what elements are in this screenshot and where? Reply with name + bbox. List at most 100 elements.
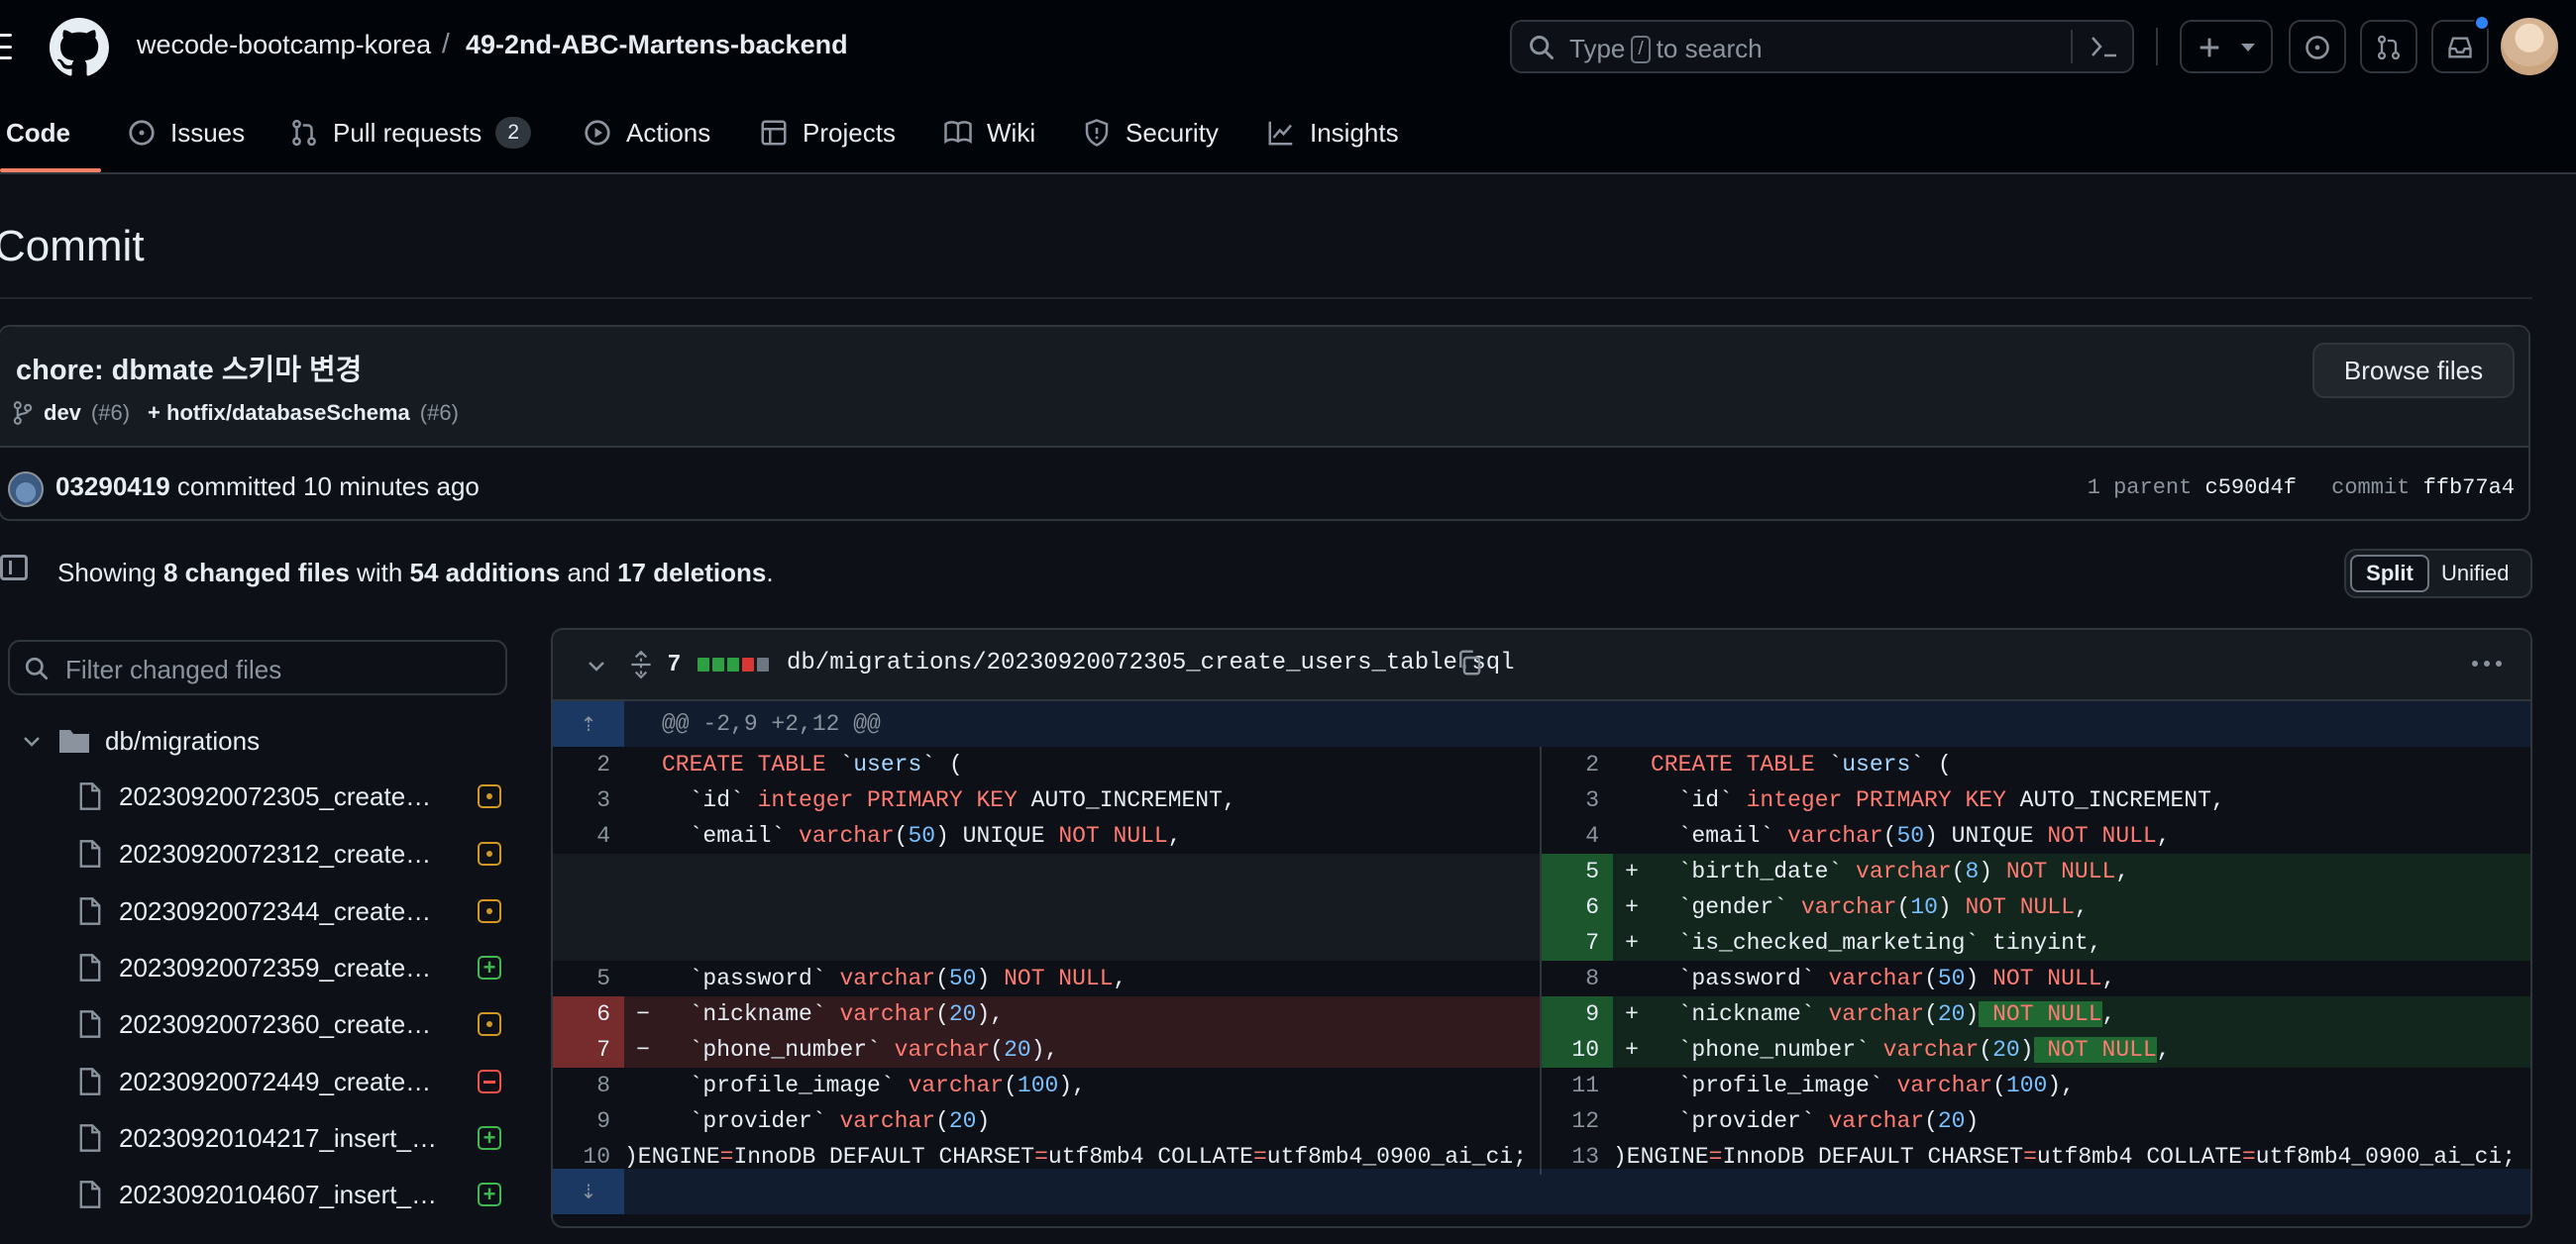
search-shortcut-key: / [1631,35,1651,63]
parent-info: 1 parent c590d4f commit ffb77a4 [2088,475,2515,500]
diff-right-added-line: 7 + `is_checked_marketing` tinyint, [1542,925,2530,961]
tab-code[interactable]: › Code [0,111,70,155]
diff-row: 8 `profile_image` varchar(100), 11 `prof… [553,1068,2530,1103]
command-palette-button[interactable] [2071,30,2130,63]
notification-dot [2474,15,2490,31]
stats-with: with [357,558,403,587]
tree-file-name: 20230920104607_insert_products.sql [119,1179,440,1209]
branch-icon [13,401,33,425]
diff-left-line: 3 `id` integer PRIMARY KEY AUTO_INCREMEN… [553,782,1542,818]
author-name[interactable]: 03290419 [55,471,170,501]
expand-up-icon[interactable]: ⇡ [553,701,624,747]
tree-file-name: 20230920072449_create_order_items_table.… [119,1066,440,1096]
tree-folder[interactable]: db/migrations [20,721,260,761]
tab-projects[interactable]: Projects [759,111,896,155]
tree-file-item[interactable]: 20230920104607_insert_products.sql + [77,1173,501,1216]
tab-issues[interactable]: Issues [127,111,245,155]
tree-file-item[interactable]: 20230920072449_create_order_items_table.… [77,1060,501,1103]
breadcrumb-owner[interactable]: wecode-bootcamp-korea [137,30,431,60]
modified-badge-icon [478,842,501,866]
diff-right-line: 4 `email` varchar(50) UNIQUE NOT NULL, [1585,823,2171,849]
pull-request-icon [292,119,316,147]
breadcrumb-repo[interactable]: 49-2nd-ABC-Martens-backend [466,30,848,60]
file-tree-toggle-icon[interactable] [0,555,28,580]
author-avatar[interactable] [8,471,44,507]
unfold-icon[interactable] [628,650,654,679]
tab-actions[interactable]: Actions [583,111,710,155]
tree-file-item[interactable]: 20230920072305_create_users_table.sql [77,775,501,818]
pull-requests-button[interactable] [2360,20,2417,73]
header-divider [2156,28,2158,65]
search-input[interactable]: Type / to search [1510,20,2134,73]
tab-pull-requests[interactable]: Pull requests 2 [289,111,531,155]
modified-badge-icon [478,899,501,923]
shield-icon [1085,119,1109,147]
branch-head-ref[interactable]: (#6) [420,400,459,426]
tab-security[interactable]: Security [1082,111,1219,155]
diff-row: 6 + `gender` varchar(10) NOT NULL, [553,889,2530,925]
tree-file-item[interactable]: 20230920072312_create_products_table.sql [77,832,501,876]
tree-file-item[interactable]: 20230920104217_insert_categories.sql + [77,1116,501,1160]
pull-requests-counter: 2 [495,117,531,149]
browse-files-button[interactable]: Browse files [2312,343,2515,398]
parent-sha[interactable]: c590d4f [2205,475,2297,500]
stats-deletions: 17 deletions [617,558,767,587]
hunk-header-text: @@ -2,9 +2,12 @@ [662,711,881,737]
copy-icon[interactable] [1454,648,1484,677]
breadcrumb-separator: / [442,28,450,58]
diff-row: 3 `id` integer PRIMARY KEY AUTO_INCREMEN… [553,782,2530,818]
diff-file-panel: 7 db/migrations/20230920072305_create_us… [551,628,2532,1228]
commit-label: commit [2331,475,2411,500]
expand-down-icon[interactable]: ⇣ [553,1169,624,1214]
filter-files-input[interactable]: Filter changed files [8,640,507,695]
tree-file-item[interactable]: 20230920072360_create_carts_table.sql [77,1002,501,1046]
split-view-button[interactable]: Split [2350,555,2429,592]
modified-badge-icon [478,1012,501,1036]
tree-file-name: 20230920072360_create_carts_table.sql [119,1008,440,1039]
diff-right-line: 2 CREATE TABLE `users` ( [1585,752,1952,778]
diff-left-empty [553,889,1542,925]
diff-file-path[interactable]: db/migrations/20230920072305_create_user… [787,650,1515,676]
commit-message: chore: dbmate 스키마 변경 [16,355,363,386]
folder-icon [59,730,89,753]
tree-file-name: 20230920072305_create_users_table.sql [119,780,440,811]
stats-prefix: Showing [57,558,157,587]
diff-right-line: 12 `provider` varchar(20) [1571,1108,1980,1134]
hunk-header: ⇡ @@ -2,9 +2,12 @@ [553,701,2530,747]
file-icon [79,1181,101,1208]
diff-file-header: 7 db/migrations/20230920072305_create_us… [553,630,2530,701]
play-icon [585,120,610,146]
issue-icon [129,120,155,146]
user-avatar[interactable] [2501,18,2558,75]
tab-wiki[interactable]: Wiki [943,111,1035,155]
branch-base-ref[interactable]: (#6) [91,400,130,426]
tab-insights[interactable]: Insights [1266,111,1399,155]
diff-left-line: 9 `provider` varchar(20) [553,1103,1542,1139]
top-header: wecode-bootcamp-korea / 49-2nd-ABC-Marte… [0,0,2576,174]
tab-insights-label: Insights [1310,117,1399,148]
unified-view-button[interactable]: Unified [2441,561,2509,586]
diff-left-deleted-line: 6− `nickname` varchar(20), [553,996,1542,1032]
issues-button[interactable] [2289,20,2346,73]
diff-right-added-line: 10 + `phone_number` varchar(20) NOT NULL, [1542,1032,2530,1068]
chevron-down-icon [2241,44,2255,52]
tree-file-item[interactable]: 20230920072359_create_order_items_table.… [77,946,501,989]
tree-file-item[interactable]: 20230920072344_create_orders_table.sql [77,889,501,933]
github-logo-icon[interactable] [50,18,109,77]
kebab-menu-icon[interactable] [2471,660,2503,668]
branch-base[interactable]: dev [44,400,81,426]
diff-right-added-line: 9 + `nickname` varchar(20) NOT NULL, [1542,996,2530,1032]
modified-badge-icon [478,784,501,808]
added-badge-icon: + [478,1126,501,1150]
create-new-button[interactable] [2180,20,2273,73]
branch-head[interactable]: + hotfix/databaseSchema [148,400,410,426]
filter-placeholder: Filter changed files [65,655,282,684]
terminal-icon [2092,37,2116,57]
chevron-down-icon[interactable] [585,654,608,677]
diff-view-toggle: Split Unified [2344,549,2532,598]
menu-icon[interactable] [0,34,12,59]
file-icon [79,840,101,868]
diff-stats: Showing 8 changed files with 54 addition… [57,558,774,588]
chevron-down-icon [24,737,40,747]
diff-row: 2 CREATE TABLE `users` ( 2 CREATE TABLE `u… [553,747,2530,782]
